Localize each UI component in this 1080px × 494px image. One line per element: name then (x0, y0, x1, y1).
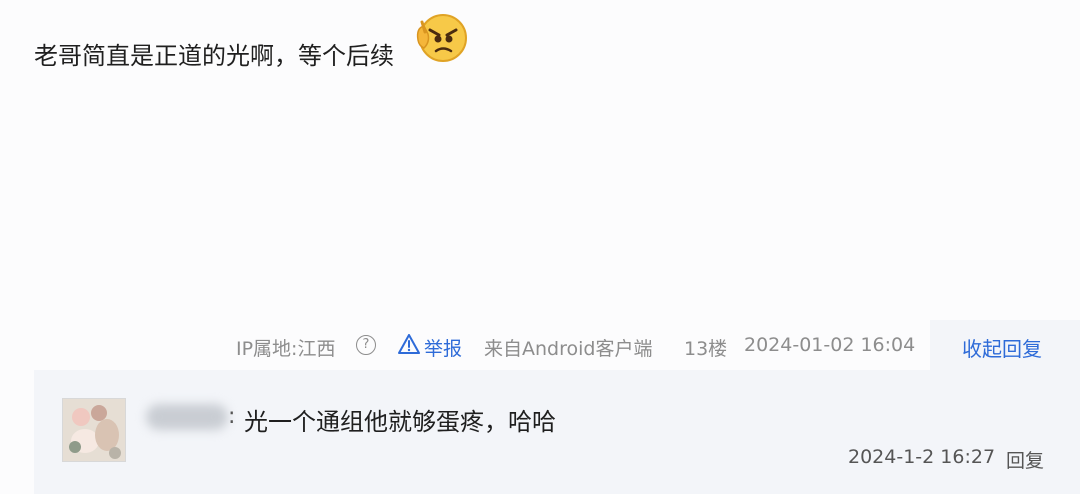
reply-panel (34, 370, 1080, 494)
warning-icon[interactable] (398, 334, 420, 354)
reply-timestamp: 2024-1-2 16:27 (848, 446, 996, 468)
avatar[interactable] (62, 398, 126, 462)
angry-thumbs-emoji-icon (416, 14, 467, 62)
avatar-image (63, 399, 125, 461)
source-label: 来自Android客户端 (484, 338, 653, 360)
ip-location: IP属地:江西 (236, 338, 336, 360)
collapse-replies-label[interactable]: 收起回复 (962, 333, 1042, 362)
post-meta-bar: IP属地:江西 来自Android客户端 13楼 2024-01-02 16:0… (0, 320, 930, 370)
blurred-username (146, 404, 228, 430)
collapse-replies-tab[interactable]: 收起回复 (930, 320, 1080, 370)
reply-text: 光一个通组他就够蛋疼，哈哈 (244, 408, 556, 436)
post-text: 老哥简直是正道的光啊，等个后续 (34, 42, 394, 70)
reply-button[interactable]: 回复 (1006, 446, 1044, 473)
floor-number: 13楼 (684, 338, 728, 360)
report-link[interactable]: 举报 (424, 334, 462, 361)
reply-colon: : (228, 404, 236, 429)
post-timestamp: 2024-01-02 16:04 (744, 334, 916, 356)
help-icon[interactable]: ? (356, 335, 376, 355)
